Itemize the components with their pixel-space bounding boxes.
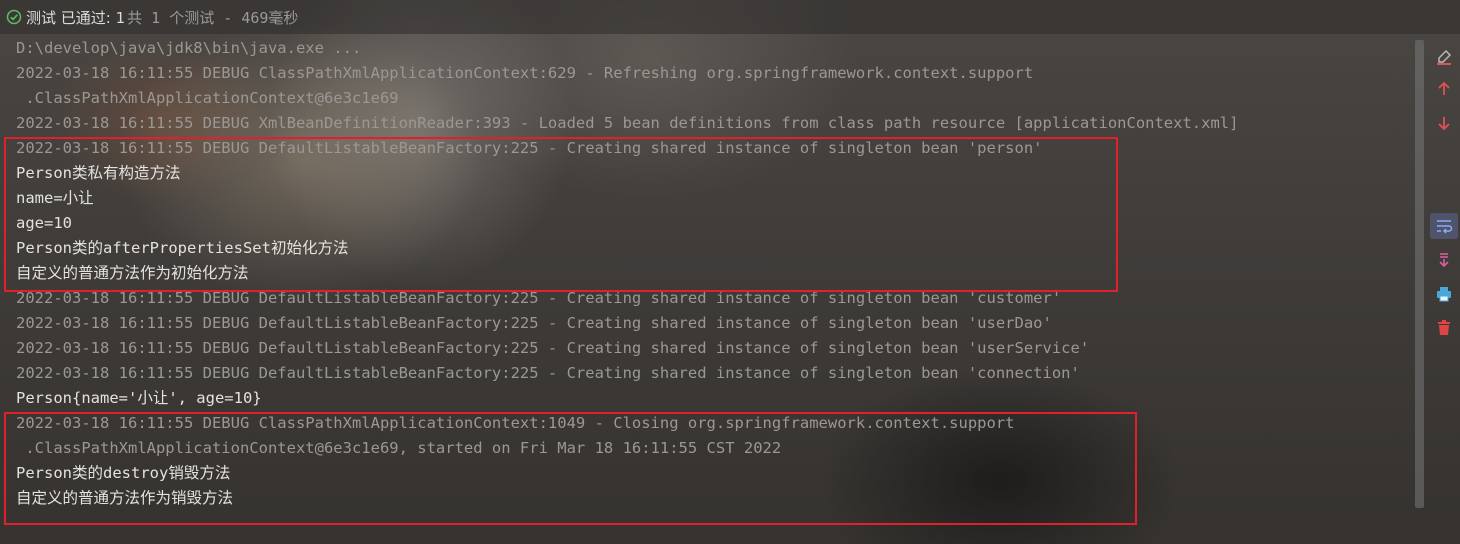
scroll-to-end-icon — [1439, 253, 1449, 268]
log-line: 2022-03-18 16:11:55 DEBUG XmlBeanDefinit… — [16, 114, 1239, 132]
test-summary: 共 1 个测试 - 469毫秒 — [127, 8, 299, 27]
stdout-line: Person{name='小让', age=10} — [16, 389, 262, 407]
console-output[interactable]: D:\develop\java\jdk8\bin\java.exe ... 202… — [0, 36, 1412, 544]
trash-icon — [1438, 320, 1450, 335]
delete-button[interactable] — [1430, 315, 1458, 341]
soft-wrap-button[interactable] — [1430, 213, 1458, 239]
scroll-up-button[interactable] — [1430, 76, 1458, 102]
log-line: 2022-03-18 16:11:55 DEBUG DefaultListabl… — [16, 139, 1043, 157]
stdout-line: name=小让 — [16, 189, 94, 207]
soft-wrap-icon — [1437, 220, 1453, 234]
log-line: 2022-03-18 16:11:55 DEBUG DefaultListabl… — [16, 364, 1080, 382]
scroll-down-button[interactable] — [1430, 110, 1458, 136]
stdout-line: 自定义的普通方法作为初始化方法 — [16, 264, 249, 282]
log-line: 2022-03-18 16:11:55 DEBUG DefaultListabl… — [16, 314, 1052, 332]
scroll-to-end-button[interactable] — [1430, 247, 1458, 273]
stdout-line: Person类的afterPropertiesSet初始化方法 — [16, 239, 349, 257]
stdout-line: Person类的destroy销毁方法 — [16, 464, 231, 482]
log-line: 2022-03-18 16:11:55 DEBUG ClassPathXmlAp… — [16, 64, 1034, 82]
stdout-line: age=10 — [16, 214, 72, 232]
stdout-line: 自定义的普通方法作为销毁方法 — [16, 489, 234, 507]
log-line: 2022-03-18 16:11:55 DEBUG ClassPathXmlAp… — [16, 414, 1015, 432]
arrow-down-icon — [1438, 117, 1450, 131]
arrow-up-icon — [1438, 81, 1450, 95]
log-line: D:\develop\java\jdk8\bin\java.exe ... — [16, 39, 362, 57]
log-line: 2022-03-18 16:11:55 DEBUG DefaultListabl… — [16, 339, 1090, 357]
print-icon — [1437, 287, 1451, 302]
console-toolbar — [1428, 38, 1460, 544]
stdout-line: Person类私有构造方法 — [16, 164, 181, 182]
clear-all-icon — [1437, 50, 1451, 65]
test-passed-icon — [6, 9, 22, 25]
clear-all-button[interactable] — [1430, 44, 1458, 70]
test-status-bar: 测试 已通过: 1 共 1 个测试 - 469毫秒 — [0, 0, 1460, 34]
print-button[interactable] — [1430, 281, 1458, 307]
log-line: .ClassPathXmlApplicationContext@6e3c1e69… — [16, 439, 782, 457]
test-status-label: 测试 已通过: 1 — [26, 8, 126, 27]
vertical-scrollbar[interactable] — [1415, 40, 1424, 508]
log-line: 2022-03-18 16:11:55 DEBUG DefaultListabl… — [16, 289, 1062, 307]
log-line: .ClassPathXmlApplicationContext@6e3c1e69 — [16, 89, 399, 107]
